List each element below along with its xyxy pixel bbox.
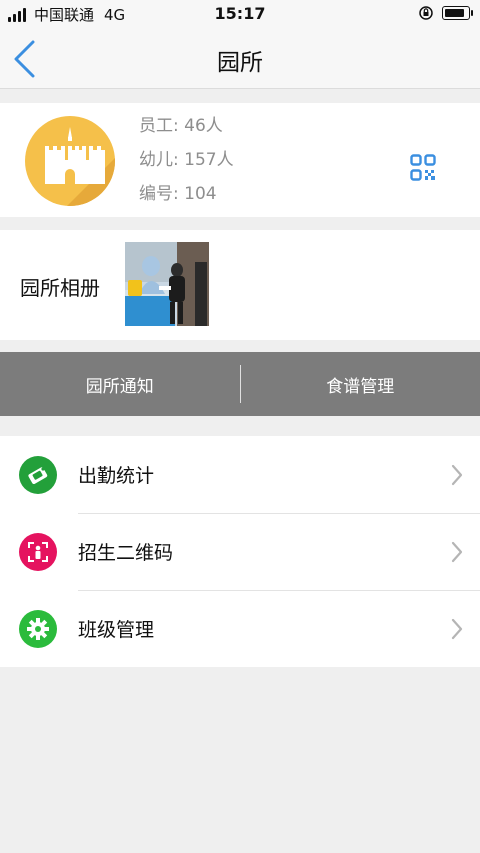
quick-tabs: 园所通知 食谱管理 [0, 352, 480, 416]
staff-count: 员工: 46人 [139, 116, 223, 136]
menu-item-class-management[interactable]: 班级管理 [0, 590, 480, 667]
chevron-right-icon [451, 541, 463, 563]
photo-thumbnail[interactable] [125, 242, 209, 326]
photo-image [125, 242, 209, 326]
menu-label-attendance: 出勤统计 [78, 465, 155, 487]
attendance-scanner-icon [19, 455, 57, 494]
profile-stats: 员工: 46人 幼儿: 157人 编号: 104 [139, 114, 234, 216]
page-title: 园所 [217, 50, 263, 76]
status-bar: 中国联通 4G 15:17 [0, 0, 480, 28]
chevron-right-icon [451, 464, 463, 486]
menu-label-class-management: 班级管理 [78, 619, 155, 641]
qr-code-icon[interactable] [410, 154, 436, 182]
children-count: 幼儿: 157人 [139, 150, 234, 170]
status-time: 15:17 [214, 4, 266, 23]
school-number: 编号: 104 [139, 184, 217, 204]
tab-recipe-management[interactable]: 食谱管理 [241, 352, 480, 416]
orientation-lock-icon [419, 6, 433, 20]
menu-item-attendance[interactable]: 出勤统计 [0, 436, 480, 513]
profile-card: 员工: 46人 幼儿: 157人 编号: 104 [0, 103, 480, 217]
avatar [25, 116, 115, 206]
tab-notice[interactable]: 园所通知 [0, 352, 240, 416]
menu-label-enrollment-qr: 招生二维码 [78, 542, 174, 564]
menu-item-enrollment-qr[interactable]: 招生二维码 [0, 513, 480, 590]
gear-icon [19, 609, 57, 648]
chevron-right-icon [451, 618, 463, 640]
album-section: 园所相册 [0, 230, 480, 340]
enrollment-person-icon [19, 532, 57, 571]
castle-icon [45, 127, 115, 206]
album-label: 园所相册 [20, 276, 100, 300]
status-right [418, 5, 473, 21]
menu-list: 出勤统计 招生二维码 班级管理 [0, 436, 480, 667]
battery-icon [442, 6, 473, 20]
nav-bar: 园所 [0, 28, 480, 89]
